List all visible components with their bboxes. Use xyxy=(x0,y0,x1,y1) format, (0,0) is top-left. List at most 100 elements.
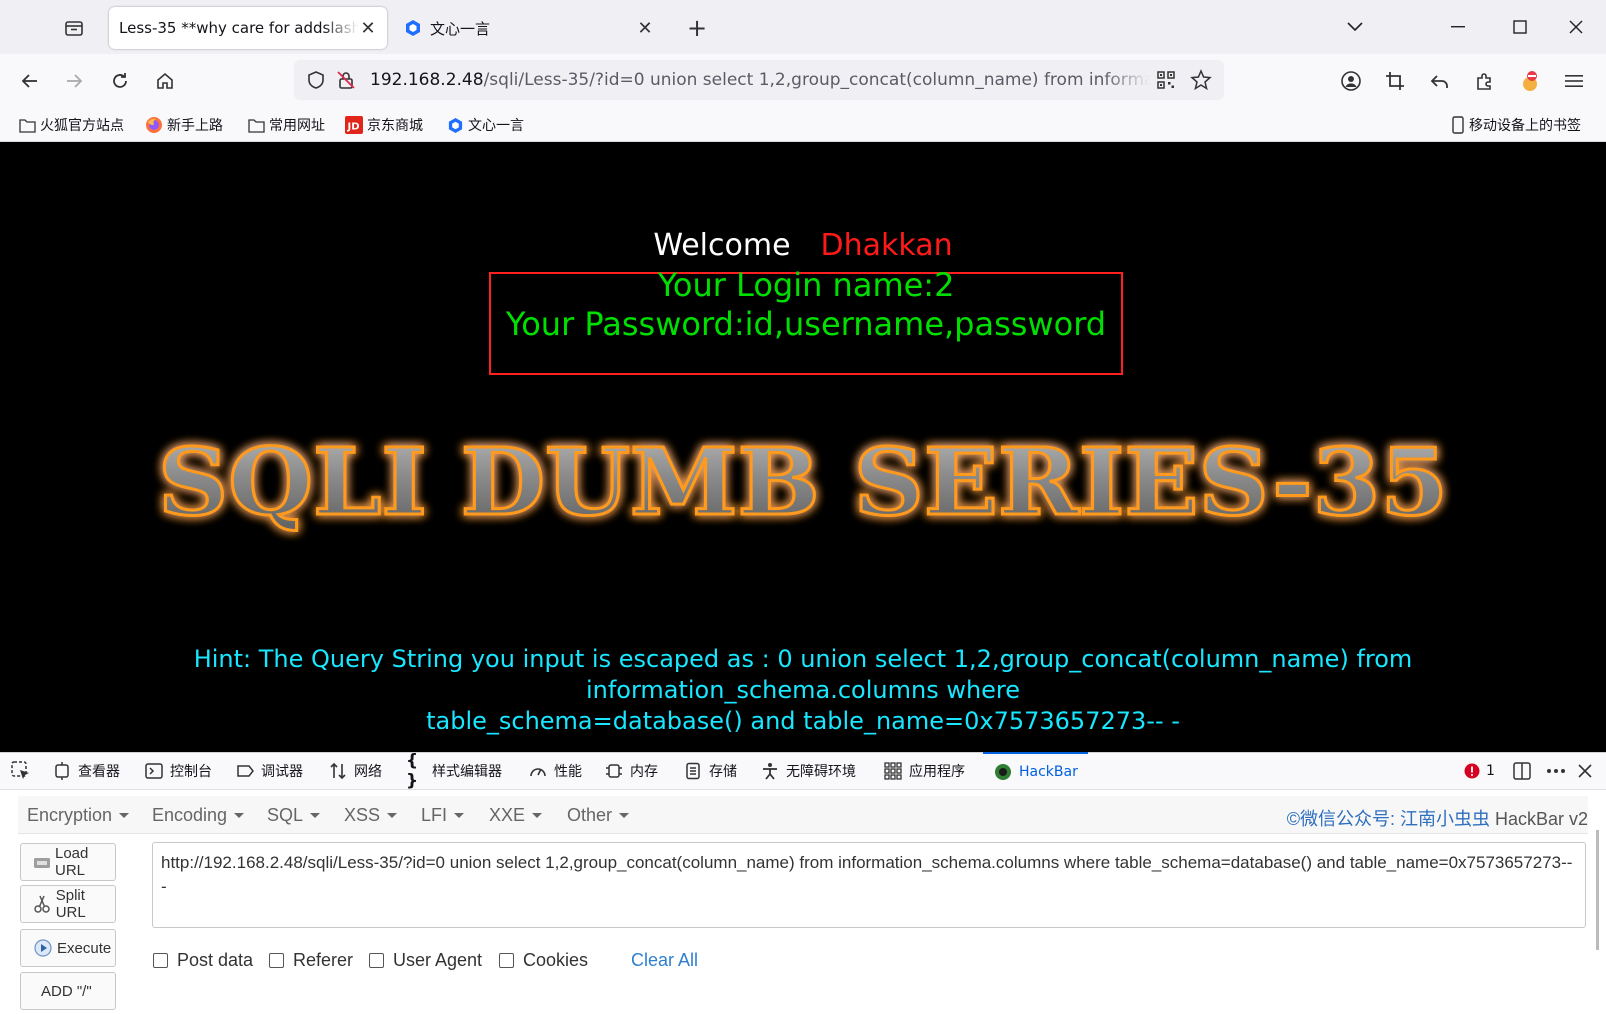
xxe-dropdown[interactable]: XXE xyxy=(489,805,543,826)
devtools-tab-performance[interactable]: 性能 xyxy=(528,753,582,789)
devtools-tab-application[interactable]: 应用程序 xyxy=(883,753,965,789)
caret-down-icon xyxy=(234,813,245,818)
checkbox-box[interactable] xyxy=(153,953,168,968)
bookmark-label: 火狐官方站点 xyxy=(40,118,124,134)
error-count-label: 1 xyxy=(1486,763,1495,779)
maximize-icon[interactable] xyxy=(1502,10,1538,44)
element-picker-icon[interactable] xyxy=(10,753,32,789)
extensions-puzzle-icon[interactable] xyxy=(1469,65,1501,97)
more-options-icon[interactable] xyxy=(1546,753,1566,789)
screenshot-crop-icon[interactable] xyxy=(1379,65,1411,97)
xss-dropdown[interactable]: XSS xyxy=(344,805,398,826)
devtools-tab-label: 内存 xyxy=(630,764,658,780)
devtools-tab-label: 存储 xyxy=(709,764,737,780)
play-icon xyxy=(33,938,53,958)
bookmark-item[interactable]: 火狐官方站点 xyxy=(18,114,124,136)
dropdown-label: Encoding xyxy=(152,805,228,825)
hackbar-logo-icon xyxy=(993,762,1013,782)
hint-line: table_schema=database() and table_name=0… xyxy=(426,707,1180,735)
mobile-bookmarks[interactable]: 移动设备上的书签 xyxy=(1451,114,1581,136)
tab-wenxin[interactable]: 文心一言 ✕ xyxy=(394,7,664,49)
shield-icon[interactable] xyxy=(306,70,326,94)
bookmark-item[interactable]: 新手上路 xyxy=(145,114,223,136)
url-bar[interactable]: 192.168.2.48/sqli/Less-35/?id=0 union se… xyxy=(294,60,1224,100)
undo-arrow-icon[interactable] xyxy=(1424,65,1456,97)
devtools-tab-network[interactable]: 网络 xyxy=(328,753,382,789)
devtools-tab-memory[interactable]: 内存 xyxy=(604,753,658,789)
clear-all-link[interactable]: Clear All xyxy=(631,950,698,971)
devtools-tab-label: 网络 xyxy=(354,764,382,780)
password-text: Your Password:id,username,password xyxy=(505,305,1107,343)
tab-list-icon[interactable] xyxy=(60,14,88,42)
mobile-device-icon xyxy=(1451,116,1465,134)
panel-scrollbar[interactable] xyxy=(1596,830,1599,950)
encryption-dropdown[interactable]: Encryption xyxy=(27,805,130,826)
svg-text:JD: JD xyxy=(347,122,360,133)
wenxin-icon xyxy=(404,19,422,37)
devtools-tab-label: 调试器 xyxy=(261,764,303,780)
chevron-down-icon[interactable] xyxy=(1337,10,1373,44)
hackbar-brand: ©微信公众号: 江南小虫虫 HackBar v2 xyxy=(1287,805,1588,831)
bookmark-label: 京东商城 xyxy=(367,118,423,134)
error-count[interactable]: 1 xyxy=(1462,753,1495,789)
url-text[interactable]: 192.168.2.48/sqli/Less-35/?id=0 union se… xyxy=(370,70,1150,90)
devtools-tab-accessibility[interactable]: 无障碍环境 xyxy=(760,753,856,789)
devtools-tab-storage[interactable]: 存储 xyxy=(683,753,737,789)
sql-dropdown[interactable]: SQL xyxy=(267,805,321,826)
lfi-dropdown[interactable]: LFI xyxy=(421,805,465,826)
caret-down-icon xyxy=(387,813,398,818)
referer-checkbox[interactable]: Referer xyxy=(269,950,353,971)
devtools-tab-hackbar[interactable]: HackBar xyxy=(983,752,1088,789)
devtools-tab-label: 性能 xyxy=(554,764,582,780)
dropdown-label: XXE xyxy=(489,805,526,825)
devtools-close-icon[interactable] xyxy=(1578,753,1592,789)
minimize-icon[interactable] xyxy=(1440,10,1476,44)
load-url-button[interactable]: Load URL xyxy=(20,843,116,881)
user-agent-checkbox[interactable]: User Agent xyxy=(369,950,482,971)
add-slash-button[interactable]: ADD "/" xyxy=(20,972,116,1010)
split-url-button[interactable]: Split URL xyxy=(20,885,116,923)
post-data-checkbox[interactable]: Post data xyxy=(153,950,253,971)
devtools-tab-console[interactable]: 控制台 xyxy=(144,753,212,789)
back-icon[interactable] xyxy=(14,65,46,97)
folder-icon xyxy=(18,116,36,134)
other-dropdown[interactable]: Other xyxy=(567,805,630,826)
bookmark-label: 文心一言 xyxy=(468,118,524,134)
new-tab-icon[interactable]: + xyxy=(683,14,711,42)
bookmark-star-icon[interactable] xyxy=(1190,69,1212,95)
url-textarea[interactable] xyxy=(152,842,1586,928)
qrcode-icon[interactable] xyxy=(1156,70,1176,94)
forward-icon[interactable] xyxy=(58,65,90,97)
dock-side-icon[interactable] xyxy=(1512,753,1532,789)
devtools-tab-inspector[interactable]: 查看器 xyxy=(52,753,120,789)
bookmark-item[interactable]: 常用网址 xyxy=(247,114,325,136)
bookmark-item[interactable]: 文心一言 xyxy=(446,114,524,136)
bookmark-item[interactable]: JD 京东商城 xyxy=(345,114,423,136)
memory-icon xyxy=(604,761,624,781)
encoding-dropdown[interactable]: Encoding xyxy=(152,805,245,826)
dropdown-label: Encryption xyxy=(27,805,113,825)
execute-button[interactable]: Execute xyxy=(20,929,116,967)
devtools-tab-debugger[interactable]: 调试器 xyxy=(235,753,303,789)
cookies-checkbox[interactable]: Cookies xyxy=(499,950,588,971)
home-icon[interactable] xyxy=(149,65,181,97)
checkbox-box[interactable] xyxy=(369,953,384,968)
account-icon[interactable] xyxy=(1335,65,1367,97)
close-icon[interactable]: ✕ xyxy=(636,18,654,39)
url-host: 192.168.2.48 xyxy=(370,70,484,90)
reload-icon[interactable] xyxy=(104,65,136,97)
checkbox-label: Cookies xyxy=(523,950,589,970)
pet-avatar-icon[interactable] xyxy=(1514,65,1546,97)
window-close-icon[interactable] xyxy=(1558,10,1594,44)
devtools-tab-style-editor[interactable]: { } 样式编辑器 xyxy=(406,751,502,791)
checkbox-box[interactable] xyxy=(269,953,284,968)
tab-title: Less-35 **why care for addslashes()** xyxy=(119,19,359,37)
checkbox-label: Post data xyxy=(177,950,254,970)
tab-less35[interactable]: Less-35 **why care for addslashes()** ✕ xyxy=(109,7,387,49)
checkbox-box[interactable] xyxy=(499,953,514,968)
close-icon[interactable]: ✕ xyxy=(359,18,377,39)
insecure-lock-icon[interactable] xyxy=(336,70,356,94)
menu-hamburger-icon[interactable] xyxy=(1558,65,1590,97)
jd-icon: JD xyxy=(345,116,363,134)
caret-down-icon xyxy=(454,813,465,818)
